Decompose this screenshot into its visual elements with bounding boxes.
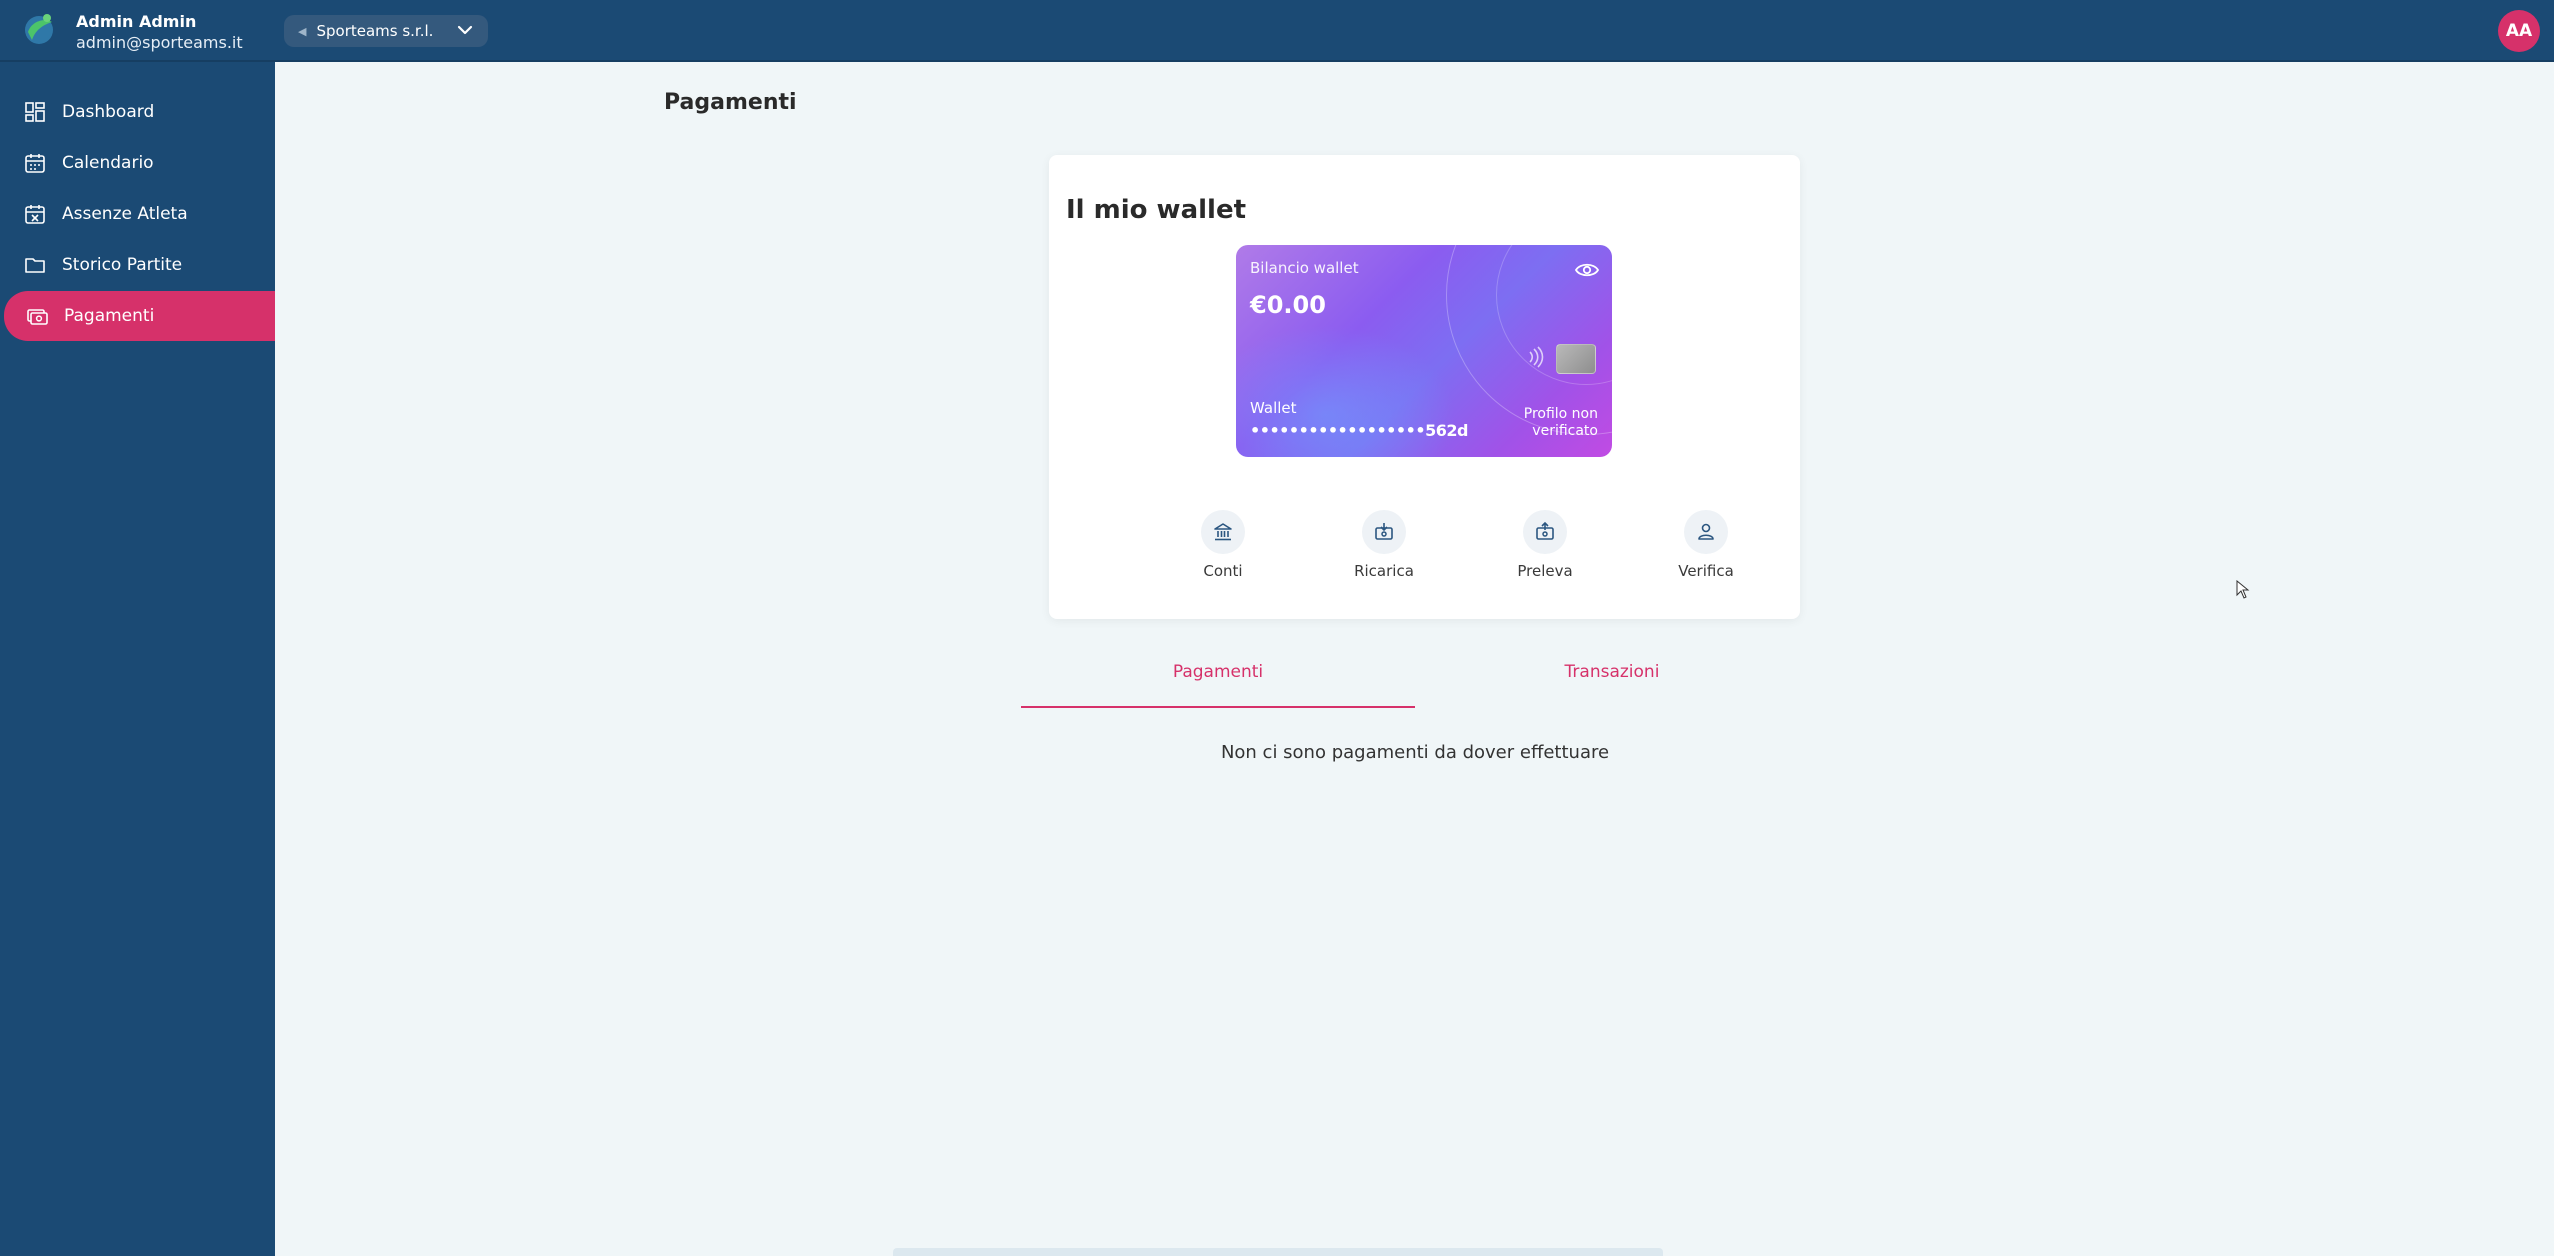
- deposit-icon: [1375, 523, 1393, 540]
- sidebar: Dashboard Calendario Assenze Atleta Stor…: [0, 62, 275, 1256]
- card-chip-icon: [1556, 344, 1596, 374]
- balance-amount: €0.00: [1250, 291, 1326, 319]
- action-verifica-button[interactable]: Verifica: [1661, 510, 1751, 590]
- sidebar-item-label: Assenze Atleta: [62, 204, 188, 224]
- wallet-title: Il mio wallet: [1066, 195, 1247, 225]
- bank-icon: [1214, 523, 1232, 541]
- money-icon: [27, 309, 48, 325]
- balance-label: Bilancio wallet: [1250, 259, 1359, 277]
- chevron-down-icon: [457, 25, 473, 35]
- contactless-icon: [1529, 346, 1544, 368]
- action-icon-circle: [1362, 510, 1406, 554]
- sidebar-item-label: Calendario: [62, 153, 154, 173]
- action-label: Verifica: [1678, 562, 1734, 580]
- sidebar-item-pagamenti[interactable]: Pagamenti: [4, 291, 275, 341]
- tab-transazioni[interactable]: Transazioni: [1415, 662, 1809, 708]
- verification-status: Profilo non verificato: [1508, 406, 1598, 440]
- action-icon-circle: [1523, 510, 1567, 554]
- sidebar-item-label: Storico Partite: [62, 255, 183, 275]
- calendar-icon: [25, 154, 45, 173]
- user-email: admin@sporteams.it: [76, 33, 243, 52]
- wallet-panel: Il mio wallet Bilancio wallet €0.00 Wall…: [1049, 155, 1800, 619]
- chevron-left-icon: ◀: [298, 24, 307, 38]
- verification-status-line: verificato: [1532, 423, 1598, 439]
- grid-icon: [25, 102, 45, 122]
- sidebar-item-assenze-atleta[interactable]: Assenze Atleta: [4, 189, 275, 239]
- folder-icon: [25, 258, 45, 273]
- sidebar-item-storico-partite[interactable]: Storico Partite: [4, 240, 275, 290]
- app-logo-icon[interactable]: [20, 10, 58, 48]
- page-title: Pagamenti: [664, 90, 797, 115]
- action-preleva-button[interactable]: Preleva: [1500, 510, 1590, 590]
- mouse-pointer-icon: [2236, 580, 2250, 599]
- organization-select-value: Sporteams s.r.l.: [316, 22, 434, 40]
- organization-select[interactable]: ◀ Sporteams s.r.l.: [284, 15, 488, 47]
- action-ricarica-button[interactable]: Ricarica: [1339, 510, 1429, 590]
- wallet-label: Wallet: [1250, 399, 1297, 417]
- empty-state-message: Non ci sono pagamenti da dover effettuar…: [1220, 742, 1610, 763]
- sidebar-item-label: Dashboard: [62, 102, 155, 122]
- calendar-x-icon: [25, 205, 45, 224]
- action-label: Preleva: [1517, 562, 1573, 580]
- eye-icon[interactable]: [1574, 259, 1600, 281]
- user-check-icon: [1698, 523, 1714, 540]
- withdraw-icon: [1536, 521, 1554, 540]
- action-icon-circle: [1684, 510, 1728, 554]
- sidebar-item-label: Pagamenti: [64, 306, 155, 326]
- action-label: Conti: [1203, 562, 1243, 580]
- sidebar-item-calendario[interactable]: Calendario: [4, 138, 275, 188]
- wallet-card-visual: Bilancio wallet €0.00 Wallet •••••••••••…: [1236, 245, 1612, 457]
- wallet-number: ••••••••••••••••••562d: [1250, 421, 1468, 440]
- action-icon-circle: [1201, 510, 1245, 554]
- tab-pagamenti[interactable]: Pagamenti: [1021, 662, 1415, 708]
- sidebar-item-dashboard[interactable]: Dashboard: [4, 87, 275, 137]
- top-bar: Admin Admin admin@sporteams.it ◀ Sportea…: [0, 0, 2554, 62]
- action-conti-button[interactable]: Conti: [1178, 510, 1268, 590]
- bottom-panel-edge: [893, 1248, 1663, 1256]
- action-label: Ricarica: [1354, 562, 1414, 580]
- verification-status-line: Profilo non: [1523, 406, 1598, 422]
- user-name: Admin Admin: [76, 12, 197, 31]
- user-avatar[interactable]: AA: [2498, 10, 2540, 52]
